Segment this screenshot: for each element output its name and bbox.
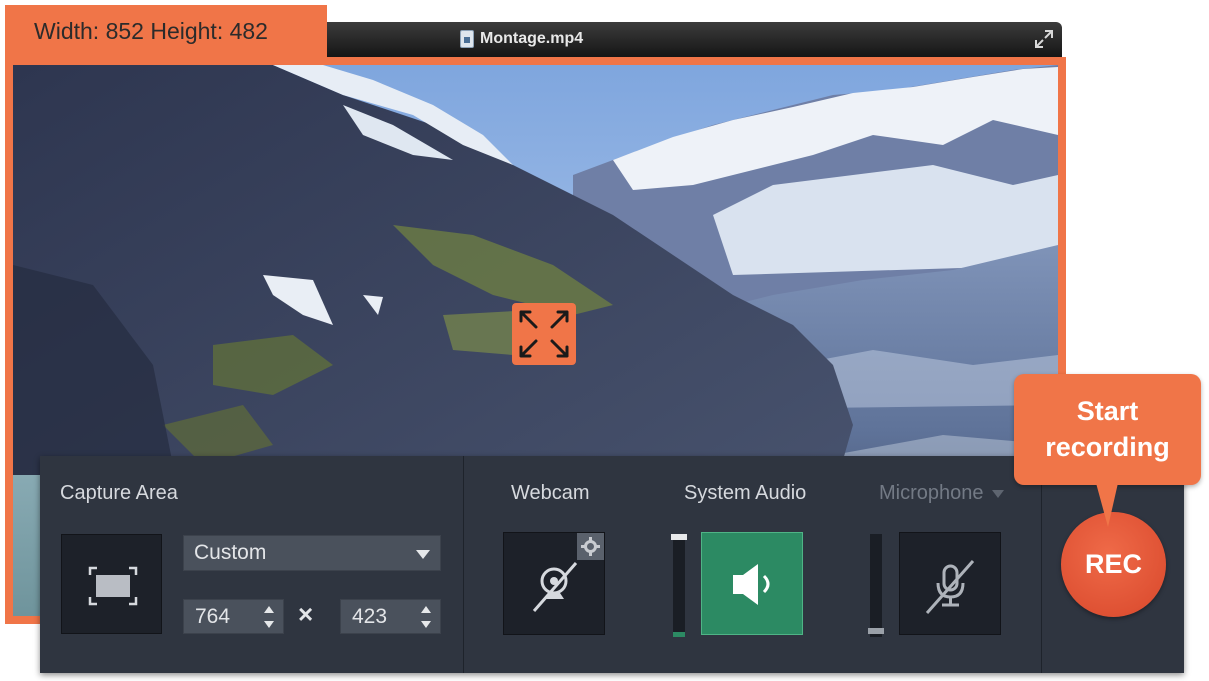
- capture-width-input[interactable]: 764: [183, 599, 284, 634]
- width-stepper[interactable]: [264, 606, 274, 628]
- capture-height-input[interactable]: 423: [340, 599, 441, 634]
- capture-area-icon: [88, 566, 138, 606]
- capture-preset-value: Custom: [194, 541, 267, 564]
- chevron-down-icon: [416, 550, 430, 559]
- speaker-icon: [733, 564, 770, 605]
- panel-divider: [1041, 456, 1042, 673]
- microphone-toggle[interactable]: [899, 532, 1001, 635]
- panel-divider: [463, 456, 464, 673]
- microphone-dropdown[interactable]: Microphone: [879, 482, 1004, 505]
- microphone-off-icon: [925, 560, 975, 614]
- rec-button[interactable]: REC: [1061, 512, 1166, 617]
- capture-width-value: 764: [195, 605, 231, 628]
- start-recording-tooltip: Start recording: [1014, 374, 1201, 485]
- height-stepper[interactable]: [421, 606, 431, 628]
- microphone-level-meter[interactable]: [868, 534, 884, 637]
- system-audio-level-fill: [673, 632, 685, 637]
- dimension-separator: ×: [298, 599, 314, 629]
- recording-panel: Capture Area Custom 764 × 423 Webcam Sys…: [40, 456, 1184, 673]
- window-title: Montage.mp4: [480, 30, 584, 47]
- chevron-down-icon: [991, 489, 1004, 498]
- window-title-group: Montage.mp4: [460, 30, 583, 48]
- microphone-volume-knob[interactable]: [868, 628, 884, 634]
- file-icon: [460, 30, 474, 48]
- tooltip-pointer: [1096, 483, 1118, 527]
- window-titlebar: Montage.mp4: [300, 22, 1062, 58]
- gear-icon[interactable]: [577, 533, 604, 560]
- tooltip-line-1: Start: [1076, 396, 1139, 426]
- capture-size-label: Width: 852 Height: 482: [5, 5, 327, 57]
- system-audio-label: System Audio: [684, 482, 807, 504]
- capture-preset-select[interactable]: Custom: [183, 535, 441, 571]
- webcam-label: Webcam: [511, 482, 590, 504]
- system-audio-toggle[interactable]: [701, 532, 803, 635]
- capture-area-button[interactable]: [61, 534, 162, 634]
- expand-icon[interactable]: [1034, 29, 1054, 49]
- webcam-toggle[interactable]: [503, 532, 605, 635]
- microphone-label: Microphone: [879, 482, 984, 504]
- system-audio-volume-knob[interactable]: [671, 534, 687, 540]
- capture-height-value: 423: [352, 605, 388, 628]
- move-handle-icon[interactable]: [512, 303, 576, 365]
- system-audio-level-meter[interactable]: [671, 534, 687, 637]
- tooltip-line-2: recording: [1045, 432, 1170, 462]
- capture-area-label: Capture Area: [60, 482, 178, 504]
